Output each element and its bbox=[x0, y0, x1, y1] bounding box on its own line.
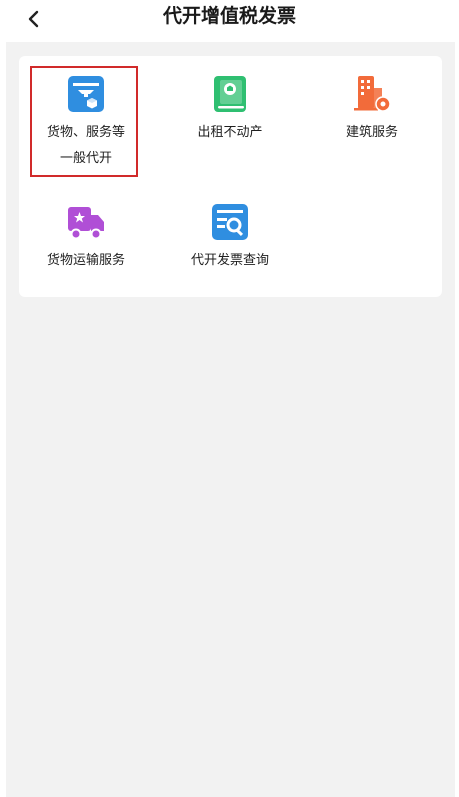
service-grid-card: 货物、服务等 一般代开 出租不动产 建筑服务 货物运输服务 代开发票查询 bbox=[19, 56, 442, 297]
service-label: 代开发票查询 bbox=[190, 253, 269, 268]
content-area: 货物、服务等 一般代开 出租不动产 建筑服务 货物运输服务 代开发票查询 bbox=[6, 42, 455, 797]
page-title: 代开增值税发票 bbox=[162, 5, 296, 27]
service-goods-general-invoice[interactable]: 货物、服务等 一般代开 bbox=[26, 56, 146, 172]
service-label: 出租不动产 bbox=[197, 125, 263, 140]
service-label: 建筑服务 bbox=[345, 125, 398, 140]
service-label-line2: 一般代开 bbox=[59, 151, 112, 166]
service-label: 货物运输服务 bbox=[46, 253, 125, 268]
service-property-rental[interactable]: 出租不动产 bbox=[170, 56, 290, 146]
goods-service-invoice-icon bbox=[68, 76, 104, 112]
property-rental-book-icon bbox=[214, 76, 246, 112]
service-construction[interactable]: 建筑服务 bbox=[312, 56, 432, 146]
service-label-line1: 货物、服务等 bbox=[46, 125, 125, 140]
service-invoice-query[interactable]: 代开发票查询 bbox=[170, 184, 290, 274]
freight-truck-icon bbox=[68, 207, 104, 240]
building-service-icon bbox=[354, 76, 390, 112]
service-label: 货物、服务等 一般代开 bbox=[47, 120, 125, 172]
service-freight-transport[interactable]: 货物运输服务 bbox=[26, 184, 146, 274]
invoice-query-icon bbox=[212, 204, 248, 240]
top-bar: 代开增值税发票 bbox=[0, 0, 459, 40]
